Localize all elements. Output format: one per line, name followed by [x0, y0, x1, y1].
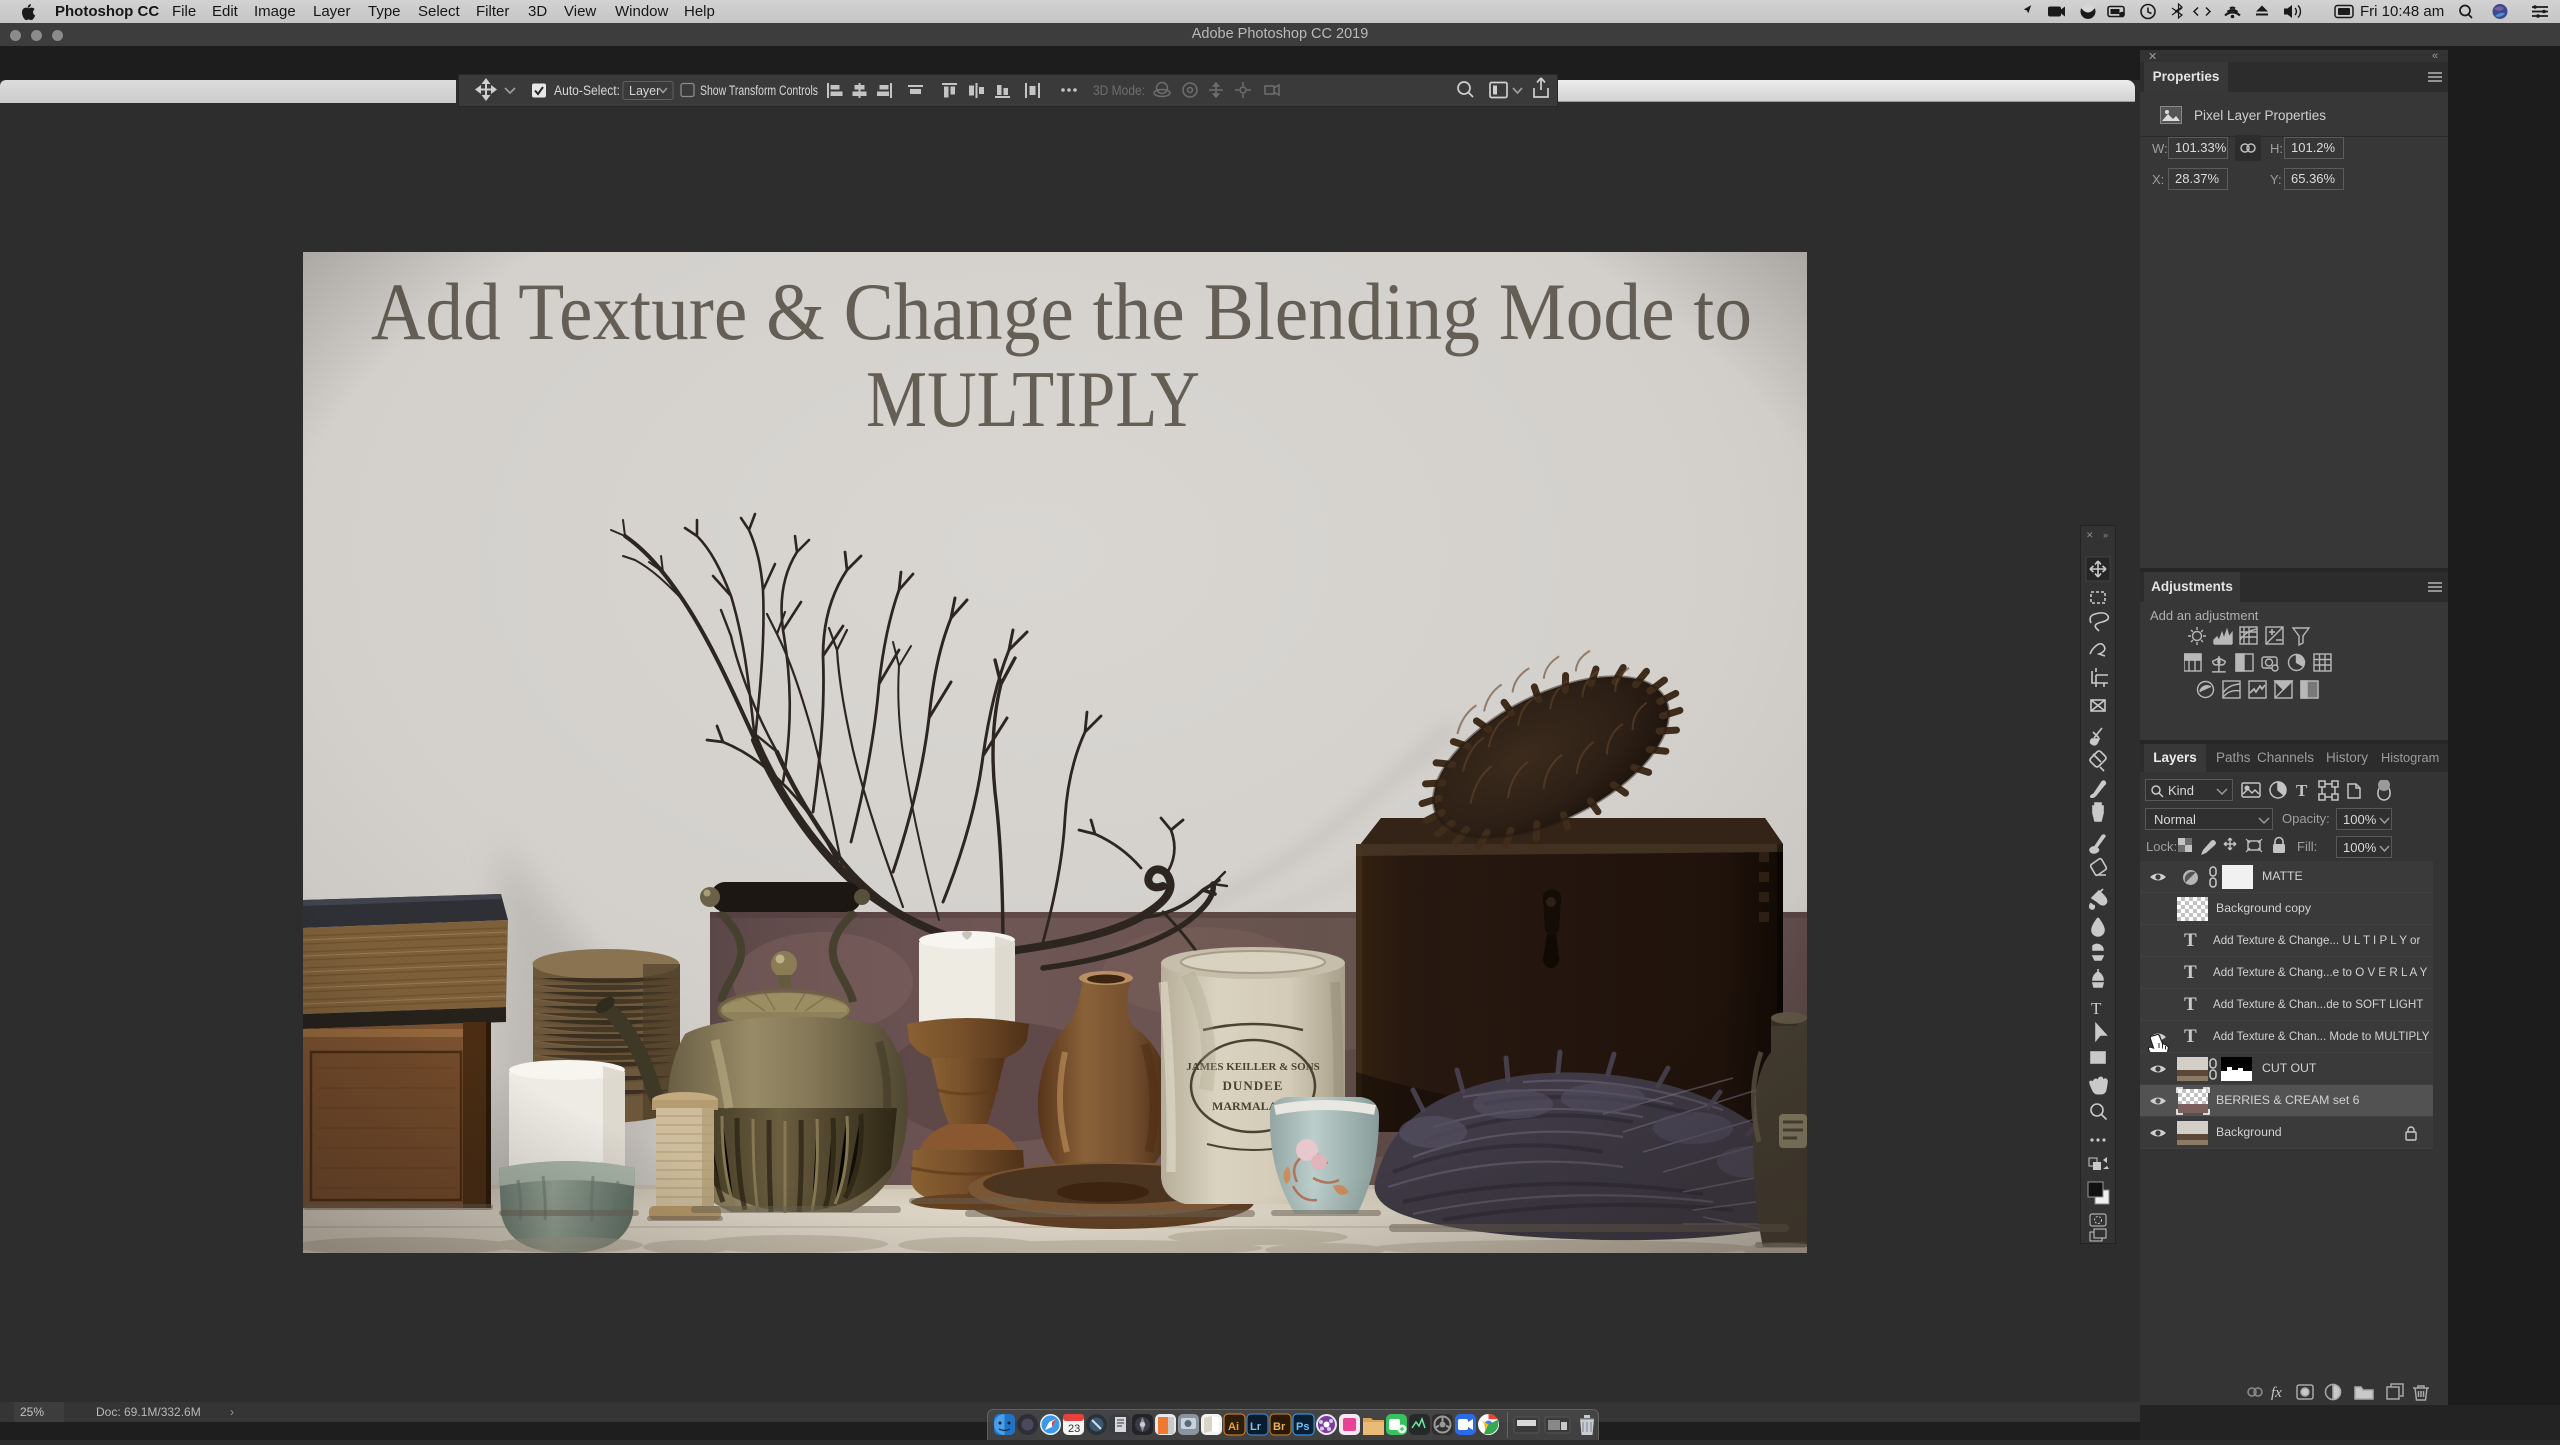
svg-text:»: » — [2103, 530, 2108, 540]
svg-text:T: T — [2091, 999, 2102, 1018]
svg-text:Auto-Select:: Auto-Select: — [554, 83, 620, 98]
svg-text:Ai: Ai — [1228, 1421, 1239, 1433]
svg-text:fx: fx — [2271, 1385, 2282, 1401]
svg-text:23: 23 — [1068, 1423, 1080, 1435]
svg-text:Ps: Ps — [1296, 1421, 1309, 1433]
svg-text:Br: Br — [1273, 1421, 1286, 1433]
svg-text:3D Mode:: 3D Mode: — [1093, 83, 1145, 98]
svg-text:T: T — [2296, 781, 2308, 800]
svg-text:✕: ✕ — [2086, 530, 2094, 540]
svg-text:Show Transform Controls: Show Transform Controls — [700, 83, 818, 98]
svg-text:Layer: Layer — [629, 84, 660, 98]
svg-text:Lr: Lr — [1250, 1421, 1262, 1433]
